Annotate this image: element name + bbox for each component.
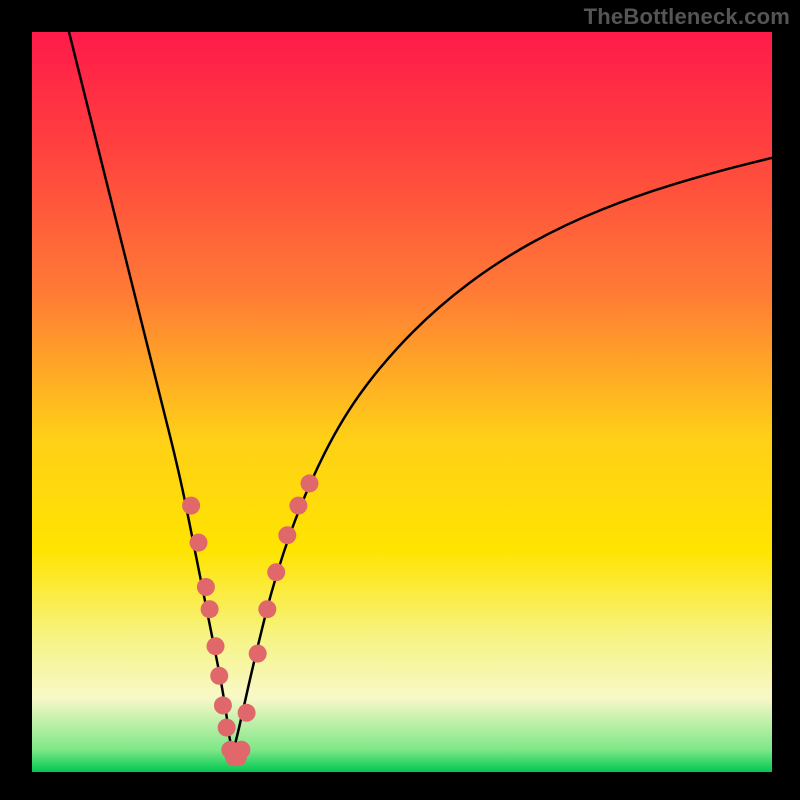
data-marker [207, 637, 225, 655]
data-marker [182, 497, 200, 515]
data-marker [267, 563, 285, 581]
data-marker [190, 534, 208, 552]
data-marker [258, 600, 276, 618]
data-marker [197, 578, 215, 596]
data-marker [249, 645, 267, 663]
bottleneck-curve [69, 32, 772, 747]
data-marker [238, 704, 256, 722]
data-marker [278, 526, 296, 544]
curve-layer [32, 32, 772, 772]
data-marker [218, 719, 236, 737]
data-marker [289, 497, 307, 515]
data-marker [232, 741, 250, 759]
data-marker [214, 696, 232, 714]
chart-frame: TheBottleneck.com [0, 0, 800, 800]
watermark-text: TheBottleneck.com [584, 4, 790, 30]
markers-group [182, 474, 318, 766]
plot-area [32, 32, 772, 772]
data-marker [201, 600, 219, 618]
data-marker [210, 667, 228, 685]
data-marker [301, 474, 319, 492]
